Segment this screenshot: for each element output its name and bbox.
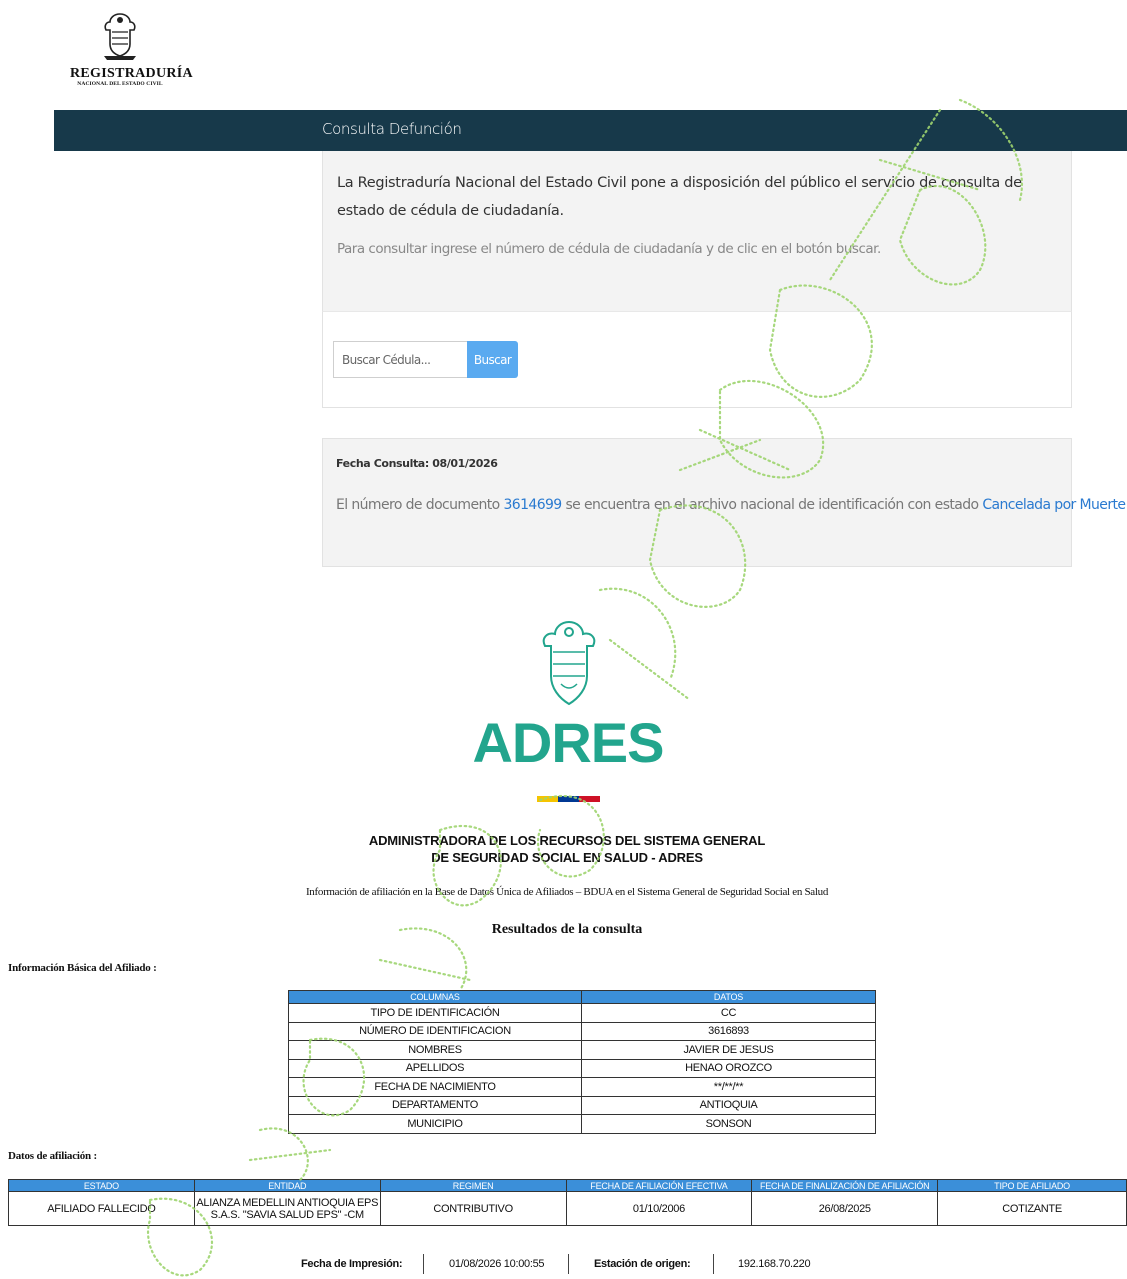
table-row: NÚMERO DE IDENTIFICACION 3616893 xyxy=(288,1021,876,1041)
adres-title: ADMINISTRADORA DE LOS RECURSOS DEL SISTE… xyxy=(300,832,834,866)
table-row: DEPARTAMENTO ANTIOQUIA xyxy=(288,1095,876,1115)
column-header: ENTIDAD xyxy=(193,1179,381,1192)
table-cell: MUNICIPIO xyxy=(288,1114,582,1134)
table-row: MUNICIPIO SONSON xyxy=(288,1114,876,1134)
table-cell: 01/10/2006 xyxy=(565,1191,753,1226)
result-prefix: El número de documento xyxy=(336,497,500,513)
intro-text: La Registraduría Nacional del Estado Civ… xyxy=(337,175,1022,219)
registraduria-logo: REGISTRADURÍA NACIONAL DEL ESTADO CIVIL xyxy=(70,10,193,100)
divider xyxy=(713,1254,714,1274)
adres-logo-text: ADRES xyxy=(472,711,664,774)
affiliation-table: ESTADO ENTIDAD REGIMEN FECHA DE AFILIACI… xyxy=(8,1179,1127,1226)
table-cell: APELLIDOS xyxy=(288,1058,582,1078)
table-cell: NÚMERO DE IDENTIFICACION xyxy=(288,1021,582,1041)
colombia-flag-stripe xyxy=(537,796,600,802)
basic-info-table: COLUMNAS DATOS TIPO DE IDENTIFICACIÓN CC … xyxy=(288,990,876,1134)
column-header: TIPO DE AFILIADO xyxy=(937,1179,1127,1192)
affiliation-label: Datos de afiliación : xyxy=(8,1150,97,1162)
column-header: FECHA DE AFILIACIÓN EFECTIVA xyxy=(565,1179,753,1192)
table-row: TIPO DE IDENTIFICACIÓN CC xyxy=(288,1003,876,1023)
table-cell: HENAO OROZCO xyxy=(581,1058,876,1078)
origin-station-label: Estación de origen: xyxy=(594,1258,691,1270)
column-header: FECHA DE FINALIZACIÓN DE AFILIACIÓN xyxy=(751,1179,939,1192)
bdua-info-line: Información de afiliación en la Base de … xyxy=(305,886,829,898)
table-row: NOMBRES JAVIER DE JESUS xyxy=(288,1040,876,1060)
nav-bar xyxy=(54,110,1127,151)
table-cell: COTIZANTE xyxy=(937,1191,1127,1226)
flag-blue xyxy=(558,796,579,802)
column-header: COLUMNAS xyxy=(288,990,582,1004)
result-status: Cancelada por Muerte xyxy=(982,497,1126,513)
search-button[interactable]: Buscar xyxy=(467,341,518,378)
print-date-value: 01/08/2026 10:00:55 xyxy=(449,1258,545,1270)
divider xyxy=(423,1254,424,1274)
intro-panel: La Registraduría Nacional del Estado Civ… xyxy=(322,151,1072,311)
instructions-text: Para consultar ingrese el número de cédu… xyxy=(337,241,881,257)
table-cell: **/**/** xyxy=(581,1077,876,1097)
column-header: ESTADO xyxy=(8,1179,195,1192)
coat-of-arms-icon xyxy=(104,13,136,60)
table-cell: TIPO DE IDENTIFICACIÓN xyxy=(288,1003,582,1023)
flag-red xyxy=(579,796,600,802)
table-cell: ANTIOQUIA xyxy=(581,1095,876,1115)
table-cell: DEPARTAMENTO xyxy=(288,1095,582,1115)
results-title: Resultados de la consulta xyxy=(491,922,643,937)
page-title: Consulta Defunción xyxy=(322,120,462,138)
origin-station-value: 192.168.70.220 xyxy=(738,1258,811,1270)
result-middle: se encuentra en el archivo nacional de i… xyxy=(565,497,979,513)
table-cell: NOMBRES xyxy=(288,1040,582,1060)
column-header: DATOS xyxy=(581,990,876,1004)
table-cell: FECHA DE NACIMIENTO xyxy=(288,1077,582,1097)
result-panel: Fecha Consulta: 08/01/2026 El número de … xyxy=(322,438,1126,567)
flag-yellow xyxy=(537,796,558,802)
table-cell: CC xyxy=(581,1003,876,1023)
table-cell: JAVIER DE JESUS xyxy=(581,1040,876,1060)
table-cell: ALIANZA MEDELLIN ANTIOQUIA EPS S.A.S. "S… xyxy=(193,1191,381,1226)
registraduria-subtitle: NACIONAL DEL ESTADO CIVIL xyxy=(77,81,163,87)
table-row: AFILIADO FALLECIDO ALIANZA MEDELLIN ANTI… xyxy=(8,1191,1127,1226)
table-row: APELLIDOS HENAO OROZCO xyxy=(288,1058,876,1078)
adres-title-line1: ADMINISTRADORA DE LOS RECURSOS DEL SISTE… xyxy=(368,833,766,848)
divider xyxy=(568,1254,569,1274)
query-date: Fecha Consulta: 08/01/2026 xyxy=(336,457,498,470)
table-cell: AFILIADO FALLECIDO xyxy=(8,1191,195,1226)
column-header: REGIMEN xyxy=(379,1179,567,1192)
search-input[interactable]: Buscar Cédula... xyxy=(333,341,467,378)
result-text: El número de documento 3614699 se encuen… xyxy=(336,497,1126,513)
table-row: FECHA DE NACIMIENTO **/**/** xyxy=(288,1077,876,1097)
table-cell: 26/08/2025 xyxy=(751,1191,939,1226)
table-cell: SONSON xyxy=(581,1114,876,1134)
adres-title-line2: DE SEGURIDAD SOCIAL EN SALUD - ADRES xyxy=(431,850,703,865)
table-cell: 3616893 xyxy=(581,1021,876,1041)
table-cell: CONTRIBUTIVO xyxy=(379,1191,567,1226)
adres-shield-icon xyxy=(542,620,596,706)
result-document-number: 3614699 xyxy=(503,497,562,513)
registraduria-brand: REGISTRADURÍA xyxy=(70,66,193,81)
print-date-label: Fecha de Impresión: xyxy=(301,1258,403,1270)
basic-info-label: Información Básica del Afiliado : xyxy=(8,962,157,974)
